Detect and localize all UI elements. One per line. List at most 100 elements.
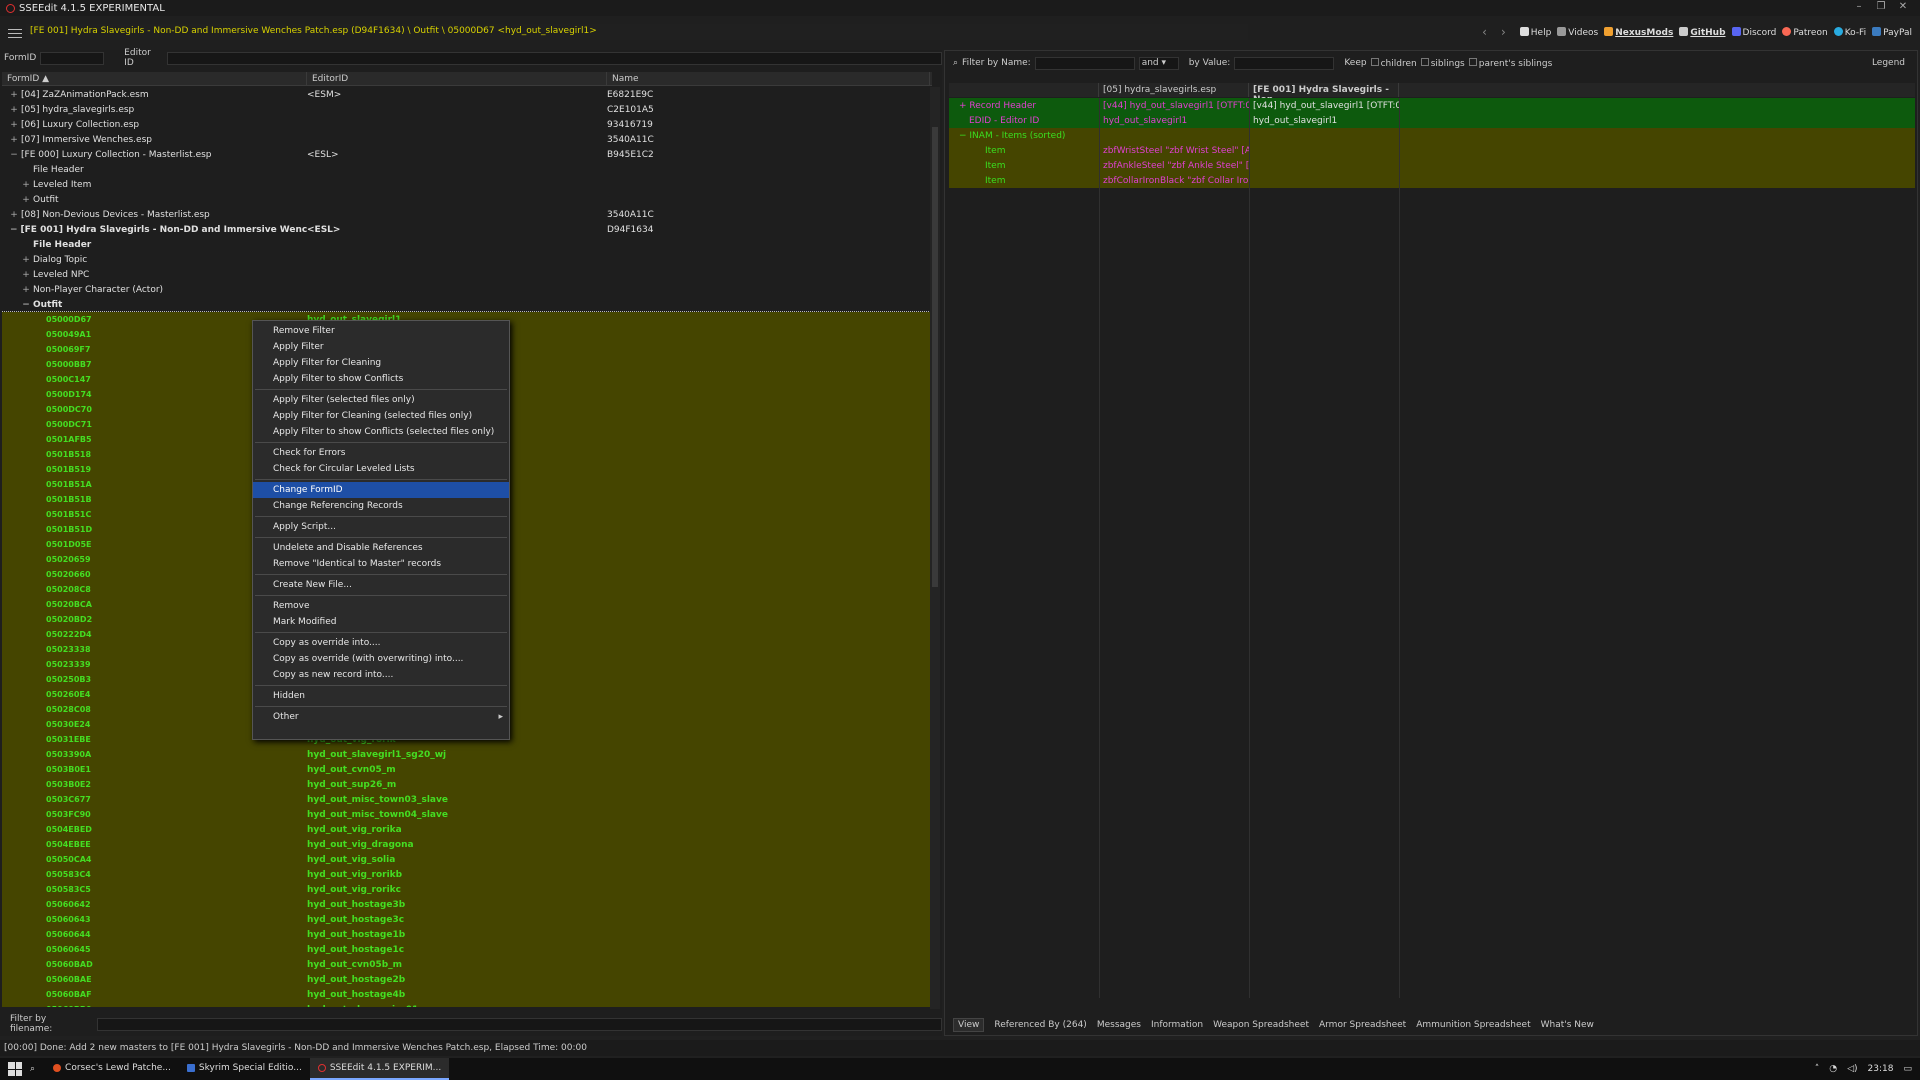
record-row[interactable]: 05050CA4 hyd_out_vig_solia bbox=[2, 852, 930, 867]
filename-filter-input[interactable] bbox=[96, 1017, 942, 1031]
tab-messages[interactable]: Messages bbox=[1097, 1020, 1141, 1030]
tab-ammunition-spreadsheet[interactable]: Ammunition Spreadsheet bbox=[1416, 1020, 1530, 1030]
expand-toggle-icon[interactable]: + bbox=[10, 105, 18, 115]
tab-referenced-by-264[interactable]: Referenced By (264) bbox=[994, 1020, 1086, 1030]
tab-armor-spreadsheet[interactable]: Armor Spreadsheet bbox=[1319, 1020, 1406, 1030]
tree-row[interactable]: + [07] Immersive Wenches.esp 3540A11C bbox=[2, 132, 930, 147]
menu-item[interactable]: Copy as new record into.... bbox=[253, 667, 509, 683]
record-row[interactable]: 0503FC90 hyd_out_misc_town04_slave bbox=[2, 807, 930, 822]
filter-value-input[interactable] bbox=[1234, 56, 1335, 70]
filter-name-input[interactable] bbox=[1034, 56, 1135, 70]
menu-item[interactable]: Hidden bbox=[253, 688, 509, 704]
record-field-row[interactable]: Item zbfAnkleSteel "zbf Ankle Steel" [... bbox=[949, 158, 1915, 173]
network-icon[interactable]: ◔ bbox=[1829, 1064, 1837, 1074]
link-help[interactable]: Help bbox=[1519, 26, 1551, 38]
tree-row[interactable]: File Header bbox=[2, 237, 930, 252]
tab-weapon-spreadsheet[interactable]: Weapon Spreadsheet bbox=[1213, 1020, 1309, 1030]
menu-item[interactable]: Other ▸ bbox=[253, 709, 509, 725]
clock[interactable]: 23:18 bbox=[1868, 1064, 1894, 1074]
record-row[interactable]: 0503B0E2 hyd_out_sup26_m bbox=[2, 777, 930, 792]
forward-icon[interactable]: › bbox=[1501, 25, 1506, 39]
back-icon[interactable]: ‹ bbox=[1482, 25, 1487, 39]
tab-information[interactable]: Information bbox=[1151, 1020, 1203, 1030]
link-discord[interactable]: Discord bbox=[1731, 26, 1776, 38]
expand-toggle-icon[interactable]: + bbox=[10, 90, 18, 100]
maximize-icon[interactable]: ❐ bbox=[1870, 1, 1892, 12]
task-sseedit[interactable]: SSEEdit 4.1.5 EXPERIM... bbox=[309, 1058, 450, 1080]
record-row[interactable]: 0504EBED hyd_out_vig_rorika bbox=[2, 822, 930, 837]
editorid-filter-input[interactable] bbox=[167, 51, 942, 65]
link-nexusmods[interactable]: NexusMods bbox=[1604, 26, 1673, 38]
menu-item[interactable]: Change FormID bbox=[253, 482, 509, 498]
record-row[interactable]: 05060BAD hyd_out_cvn05b_m bbox=[2, 957, 930, 972]
tree-row[interactable]: + Leveled Item bbox=[2, 177, 930, 192]
menu-item[interactable]: Apply Filter for Cleaning (selected file… bbox=[253, 408, 509, 424]
menu-item[interactable]: Copy as override into.... bbox=[253, 635, 509, 651]
menu-item[interactable]: Copy as override (with overwriting) into… bbox=[253, 651, 509, 667]
tree-row[interactable]: + [08] Non-Devious Devices - Masterlist.e… bbox=[2, 207, 930, 222]
expand-toggle-icon[interactable]: − bbox=[10, 225, 18, 235]
record-row[interactable]: 0504EBEE hyd_out_vig_dragona bbox=[2, 837, 930, 852]
menu-item[interactable]: Undelete and Disable References bbox=[253, 540, 509, 556]
tree-row[interactable]: + Dialog Topic bbox=[2, 252, 930, 267]
legend-button[interactable]: Legend bbox=[1872, 58, 1905, 68]
tree-row[interactable]: File Header bbox=[2, 162, 930, 177]
menu-item[interactable]: Apply Filter for Cleaning bbox=[253, 355, 509, 371]
formid-filter-input[interactable] bbox=[40, 51, 105, 65]
record-row[interactable]: 050583C4 hyd_out_vig_rorikb bbox=[2, 867, 930, 882]
menu-item[interactable]: Apply Script... bbox=[253, 519, 509, 535]
menu-item[interactable]: Remove Filter bbox=[253, 323, 509, 339]
notification-icon[interactable]: ▭ bbox=[1903, 1064, 1912, 1074]
expand-toggle-icon[interactable]: + bbox=[22, 270, 30, 280]
record-field-row[interactable]: − INAM - Items (sorted) bbox=[949, 128, 1915, 143]
record-field-row[interactable]: Item zbfWristSteel "zbf Wrist Steel" [A..… bbox=[949, 143, 1915, 158]
menu-item[interactable]: Remove "Identical to Master" records bbox=[253, 556, 509, 572]
tab-view[interactable]: View bbox=[953, 1018, 985, 1032]
menu-item[interactable]: Create New File... bbox=[253, 577, 509, 593]
expand-toggle-icon[interactable]: + bbox=[22, 195, 30, 205]
record-row[interactable]: 05060642 hyd_out_hostage3b bbox=[2, 897, 930, 912]
link-patreon[interactable]: Patreon bbox=[1782, 26, 1828, 38]
col-formid[interactable]: FormID ▲ bbox=[2, 72, 307, 85]
link-paypal[interactable]: PayPal bbox=[1872, 26, 1912, 38]
col-editorid[interactable]: EditorID bbox=[307, 72, 607, 85]
link-kofi[interactable]: Ko-Fi bbox=[1833, 26, 1866, 38]
chevron-up-icon[interactable]: ˄ bbox=[1815, 1064, 1820, 1074]
menu-item[interactable]: Mark Modified bbox=[253, 614, 509, 630]
menu-item[interactable]: Remove bbox=[253, 598, 509, 614]
search-icon[interactable]: ⌕ bbox=[30, 1064, 35, 1074]
expand-toggle-icon[interactable]: + bbox=[22, 285, 30, 295]
expand-toggle-icon[interactable]: − bbox=[10, 150, 18, 160]
tree-row[interactable]: + [04] ZaZAnimationPack.esm <ESM> E6821E9C bbox=[2, 87, 930, 102]
tree-row[interactable]: − [FE 000] Luxury Collection - Masterlist… bbox=[2, 147, 930, 162]
expand-toggle-icon[interactable]: + bbox=[10, 210, 18, 220]
expand-toggle-icon[interactable]: + bbox=[10, 135, 18, 145]
link-github[interactable]: GitHub bbox=[1679, 26, 1726, 38]
link-videos[interactable]: Videos bbox=[1557, 26, 1598, 38]
tree-row[interactable]: + [05] hydra_slavegirls.esp C2E101A5 bbox=[2, 102, 930, 117]
expand-toggle-icon[interactable]: − bbox=[22, 300, 30, 310]
record-row[interactable]: 05060BAE hyd_out_hostage2b bbox=[2, 972, 930, 987]
menu-item[interactable]: Change Referencing Records bbox=[253, 498, 509, 514]
record-field-row[interactable]: EDID - Editor ID hyd_out_slavegirl1 hyd_ou… bbox=[949, 113, 1915, 128]
task-skyrim[interactable]: Skyrim Special Editio... bbox=[179, 1058, 310, 1080]
menu-item[interactable]: Check for Errors bbox=[253, 445, 509, 461]
parents-siblings-checkbox[interactable]: parent's siblings bbox=[1468, 57, 1552, 69]
record-field-row[interactable]: + Record Header [v44] hyd_out_slavegirl1 … bbox=[949, 98, 1915, 113]
scroll-thumb[interactable] bbox=[932, 127, 938, 587]
expand-toggle-icon[interactable]: + bbox=[22, 255, 30, 265]
task-corsec[interactable]: Corsec's Lewd Patche... bbox=[45, 1058, 179, 1080]
tree-row[interactable]: + Leveled NPC bbox=[2, 267, 930, 282]
menu-item[interactable]: Apply Filter to show Conflicts bbox=[253, 371, 509, 387]
tree-row[interactable]: − [FE 001] Hydra Slavegirls - Non-DD and … bbox=[2, 222, 930, 237]
record-row[interactable]: 0503390A hyd_out_slavegirl1_sg20_wj bbox=[2, 747, 930, 762]
tree-row[interactable]: + Outfit bbox=[2, 192, 930, 207]
menu-item[interactable]: Apply Filter to show Conflicts (selected… bbox=[253, 424, 509, 440]
volume-icon[interactable]: ◁) bbox=[1847, 1064, 1857, 1074]
record-row[interactable]: 05060BB0hyd_out_slave_misc01 bbox=[2, 1002, 930, 1007]
and-select[interactable]: and ▾ bbox=[1138, 56, 1179, 70]
record-row[interactable]: 0503C677 hyd_out_misc_town03_slave bbox=[2, 792, 930, 807]
record-row[interactable]: 050583C5 hyd_out_vig_rorikc bbox=[2, 882, 930, 897]
menu-icon[interactable] bbox=[8, 26, 22, 41]
tree-row[interactable]: + Non-Player Character (Actor) bbox=[2, 282, 930, 297]
